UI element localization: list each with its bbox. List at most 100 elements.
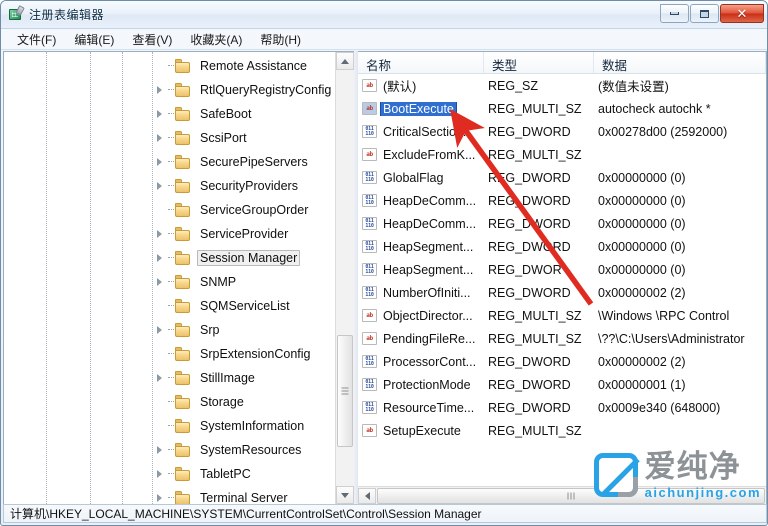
scroll-up-icon[interactable] bbox=[336, 52, 354, 70]
chevron-right-icon[interactable] bbox=[154, 150, 168, 174]
tree-item[interactable]: StillImage bbox=[4, 366, 334, 390]
column-header-type[interactable]: 类型 bbox=[484, 52, 594, 73]
chevron-right-icon[interactable] bbox=[154, 102, 168, 126]
registry-values-pane: 名称 类型 数据 ab (默认) REG_SZ (数值未设置) ab BootExecut… bbox=[358, 51, 767, 505]
tree-leaf-spacer bbox=[154, 390, 168, 414]
tree-leaf-spacer bbox=[154, 198, 168, 222]
table-row[interactable]: 011 110 HeapSegment... REG_DWORD 0x00000000… bbox=[358, 235, 766, 258]
registry-editor-icon bbox=[7, 5, 25, 23]
tree-item[interactable]: ServiceGroupOrder bbox=[4, 198, 334, 222]
binary-value-icon: 011 110 bbox=[362, 355, 377, 368]
tree-connector bbox=[168, 78, 175, 102]
menu-item-help[interactable]: 帮助(H) bbox=[252, 29, 309, 50]
value-name: ObjectDirector... bbox=[383, 308, 473, 323]
menu-item-favorites[interactable]: 收藏夹(A) bbox=[182, 29, 250, 50]
cell-data: 0x00000001 (1) bbox=[598, 377, 686, 392]
table-row[interactable]: ab SetupExecute REG_MULTI_SZ bbox=[358, 419, 766, 442]
menu-item-edit[interactable]: 编辑(E) bbox=[66, 29, 122, 50]
scroll-left-icon[interactable] bbox=[358, 487, 376, 504]
cell-data: 0x00000002 (2) bbox=[598, 354, 686, 369]
chevron-right-icon[interactable] bbox=[154, 174, 168, 198]
tree-item[interactable]: ServiceProvider bbox=[4, 222, 334, 246]
chevron-right-icon[interactable] bbox=[154, 78, 168, 102]
tree-item-label: SecurePipeServers bbox=[200, 155, 308, 169]
table-row[interactable]: 011 110 ProtectionMode REG_DWORD 0x00000001… bbox=[358, 373, 766, 396]
table-row[interactable]: 011 110 CriticalSection... REG_DWORD 0x0027… bbox=[358, 120, 766, 143]
column-header-name[interactable]: 名称 bbox=[358, 52, 484, 73]
menu-item-view[interactable]: 查看(V) bbox=[124, 29, 180, 50]
folder-icon bbox=[175, 299, 192, 313]
chevron-right-icon[interactable] bbox=[154, 318, 168, 342]
tree-item[interactable]: SecurePipeServers bbox=[4, 150, 334, 174]
tree-item-label: SystemInformation bbox=[200, 419, 305, 433]
table-row[interactable]: ab BootExecute REG_MULTI_SZ autocheck autoc… bbox=[358, 97, 766, 120]
table-row[interactable]: 011 110 ProcessorCont... REG_DWORD 0x000000… bbox=[358, 350, 766, 373]
value-name: NumberOfIniti... bbox=[383, 285, 471, 300]
tree-connector bbox=[168, 342, 175, 366]
value-name: HeapDeComm... bbox=[383, 216, 477, 231]
watermark-brand-cn: 爱纯净 bbox=[644, 449, 741, 484]
tree-item[interactable]: RtlQueryRegistryConfig bbox=[4, 78, 334, 102]
tree-item[interactable]: SystemResources bbox=[4, 438, 334, 462]
chevron-right-icon[interactable] bbox=[154, 438, 168, 462]
tree-item[interactable]: Srp bbox=[4, 318, 334, 342]
tree-item-label: Srp bbox=[200, 323, 220, 337]
scroll-down-icon[interactable] bbox=[336, 486, 354, 504]
string-value-icon: ab bbox=[362, 309, 377, 322]
cell-data: \Windows \RPC Control bbox=[598, 308, 730, 323]
tree-item[interactable]: TabletPC bbox=[4, 462, 334, 486]
chevron-right-icon[interactable] bbox=[154, 486, 168, 504]
tree-item[interactable]: SafeBoot bbox=[4, 102, 334, 126]
chevron-right-icon[interactable] bbox=[154, 462, 168, 486]
chevron-right-icon[interactable] bbox=[154, 222, 168, 246]
binary-value-icon: 011 110 bbox=[362, 378, 377, 391]
tree-item[interactable]: SecurityProviders bbox=[4, 174, 334, 198]
tree-item[interactable]: Remote Assistance bbox=[4, 54, 334, 78]
tree-vertical-scrollbar[interactable] bbox=[335, 52, 354, 504]
tree-item[interactable]: Session Manager bbox=[4, 246, 334, 270]
cell-name: 011 110 NumberOfIniti... bbox=[358, 286, 484, 300]
chevron-right-icon[interactable] bbox=[154, 270, 168, 294]
binary-value-icon: 011 110 bbox=[362, 194, 377, 207]
menu-item-file[interactable]: 文件(F) bbox=[9, 29, 64, 50]
tree-item[interactable]: SrpExtensionConfig bbox=[4, 342, 334, 366]
cell-name: ab PendingFileRe... bbox=[358, 332, 484, 346]
table-row[interactable]: 011 110 ResourceTime... REG_DWORD 0x0009e34… bbox=[358, 396, 766, 419]
chevron-right-icon[interactable] bbox=[154, 126, 168, 150]
cell-data: \??\C:\Users\Administrator bbox=[598, 331, 745, 346]
binary-value-icon: 011 110 bbox=[362, 263, 377, 276]
chevron-right-icon[interactable] bbox=[154, 246, 168, 270]
tree-scroll-thumb[interactable] bbox=[337, 335, 353, 447]
minimize-button[interactable] bbox=[660, 4, 689, 23]
tree-item[interactable]: Terminal Server bbox=[4, 486, 334, 504]
cell-type: REG_DWORD bbox=[488, 216, 571, 231]
tree-leaf-spacer bbox=[154, 342, 168, 366]
editor-body: Remote Assistance RtlQueryRegistryConfig S… bbox=[3, 51, 767, 505]
folder-icon bbox=[175, 443, 192, 457]
registry-tree[interactable]: Remote Assistance RtlQueryRegistryConfig S… bbox=[4, 52, 334, 504]
tree-item[interactable]: ScsiPort bbox=[4, 126, 334, 150]
column-header-data[interactable]: 数据 bbox=[594, 52, 766, 73]
chevron-right-icon[interactable] bbox=[154, 366, 168, 390]
table-row[interactable]: 011 110 NumberOfIniti... REG_DWORD 0x000000… bbox=[358, 281, 766, 304]
table-row[interactable]: ab ExcludeFromK... REG_MULTI_SZ bbox=[358, 143, 766, 166]
tree-item[interactable]: SQMServiceList bbox=[4, 294, 334, 318]
folder-icon bbox=[175, 107, 192, 121]
cell-data: 0x00000000 (0) bbox=[598, 170, 686, 185]
table-row[interactable]: 011 110 HeapSegment... REG_DWOR 0x00000000 … bbox=[358, 258, 766, 281]
table-row[interactable]: ab ObjectDirector... REG_MULTI_SZ \Windows … bbox=[358, 304, 766, 327]
close-button[interactable]: ✕ bbox=[720, 4, 764, 23]
cell-name: 011 110 ProcessorCont... bbox=[358, 355, 484, 369]
folder-icon bbox=[175, 371, 192, 385]
table-row[interactable]: 011 110 HeapDeComm... REG_DWORD 0x00000000 … bbox=[358, 212, 766, 235]
listview-rows[interactable]: ab (默认) REG_SZ (数值未设置) ab BootExecute REG_MULT… bbox=[358, 74, 766, 486]
table-row[interactable]: 011 110 GlobalFlag REG_DWORD 0x00000000 (0) bbox=[358, 166, 766, 189]
table-row[interactable]: 011 110 HeapDeComm... REG_DWORD 0x00000000 … bbox=[358, 189, 766, 212]
tree-item[interactable]: Storage bbox=[4, 390, 334, 414]
maximize-button[interactable] bbox=[690, 4, 719, 23]
tree-item[interactable]: SNMP bbox=[4, 270, 334, 294]
folder-icon bbox=[175, 131, 192, 145]
table-row[interactable]: ab (默认) REG_SZ (数值未设置) bbox=[358, 74, 766, 97]
table-row[interactable]: ab PendingFileRe... REG_MULTI_SZ \??\C:\Use… bbox=[358, 327, 766, 350]
tree-item[interactable]: SystemInformation bbox=[4, 414, 334, 438]
